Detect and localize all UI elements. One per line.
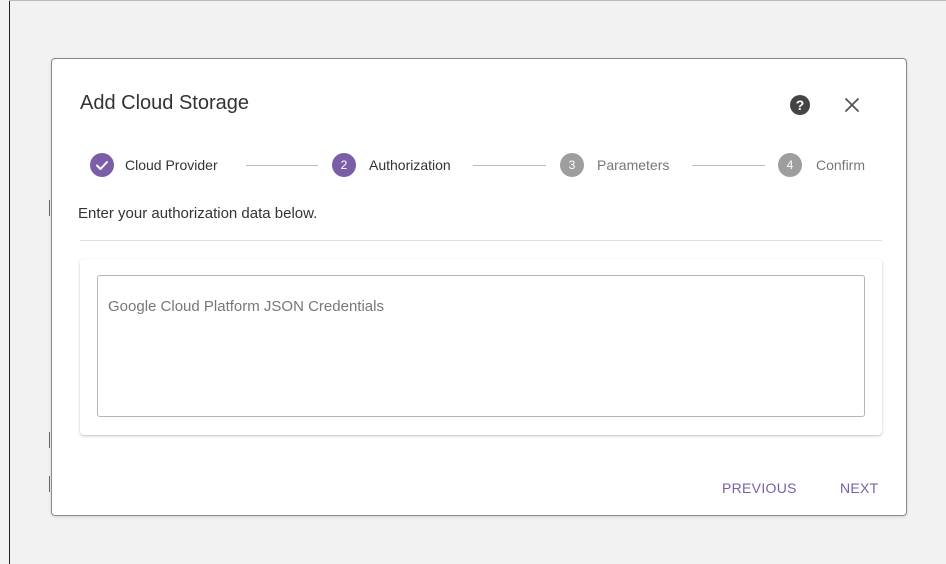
window-top-edge [9,0,946,1]
stepper: Cloud Provider 2 Authorization 3 Paramet… [90,153,874,177]
help-icon[interactable]: ? [790,95,810,115]
step-2-indicator: 2 [332,153,356,177]
check-icon [96,161,108,170]
page-edge-mark [49,200,50,216]
step-4-label: Confirm [816,157,866,173]
divider [80,240,882,241]
page-edge-mark [49,476,50,492]
step-1-complete-indicator [90,153,114,177]
dialog-title: Add Cloud Storage [80,92,250,114]
close-icon[interactable] [840,93,864,117]
credentials-card [80,259,882,435]
step-4-indicator: 4 [778,153,802,177]
page-edge-mark [49,432,50,448]
step-3-label: Parameters [597,157,670,173]
step-2-label: Authorization [369,157,451,173]
step-connector [246,165,318,166]
json-credentials-input[interactable] [97,275,865,417]
instruction-text: Enter your authorization data below. [78,205,318,222]
step-connector [692,165,765,166]
previous-button[interactable]: PREVIOUS [722,479,797,497]
step-3-indicator: 3 [560,153,584,177]
step-connector [473,165,546,166]
add-cloud-storage-dialog: Add Cloud Storage ? Cloud Provider 2 Aut… [51,58,907,516]
step-1-label: Cloud Provider [125,157,218,173]
window-edge [9,0,10,564]
next-button[interactable]: NEXT [840,479,879,497]
